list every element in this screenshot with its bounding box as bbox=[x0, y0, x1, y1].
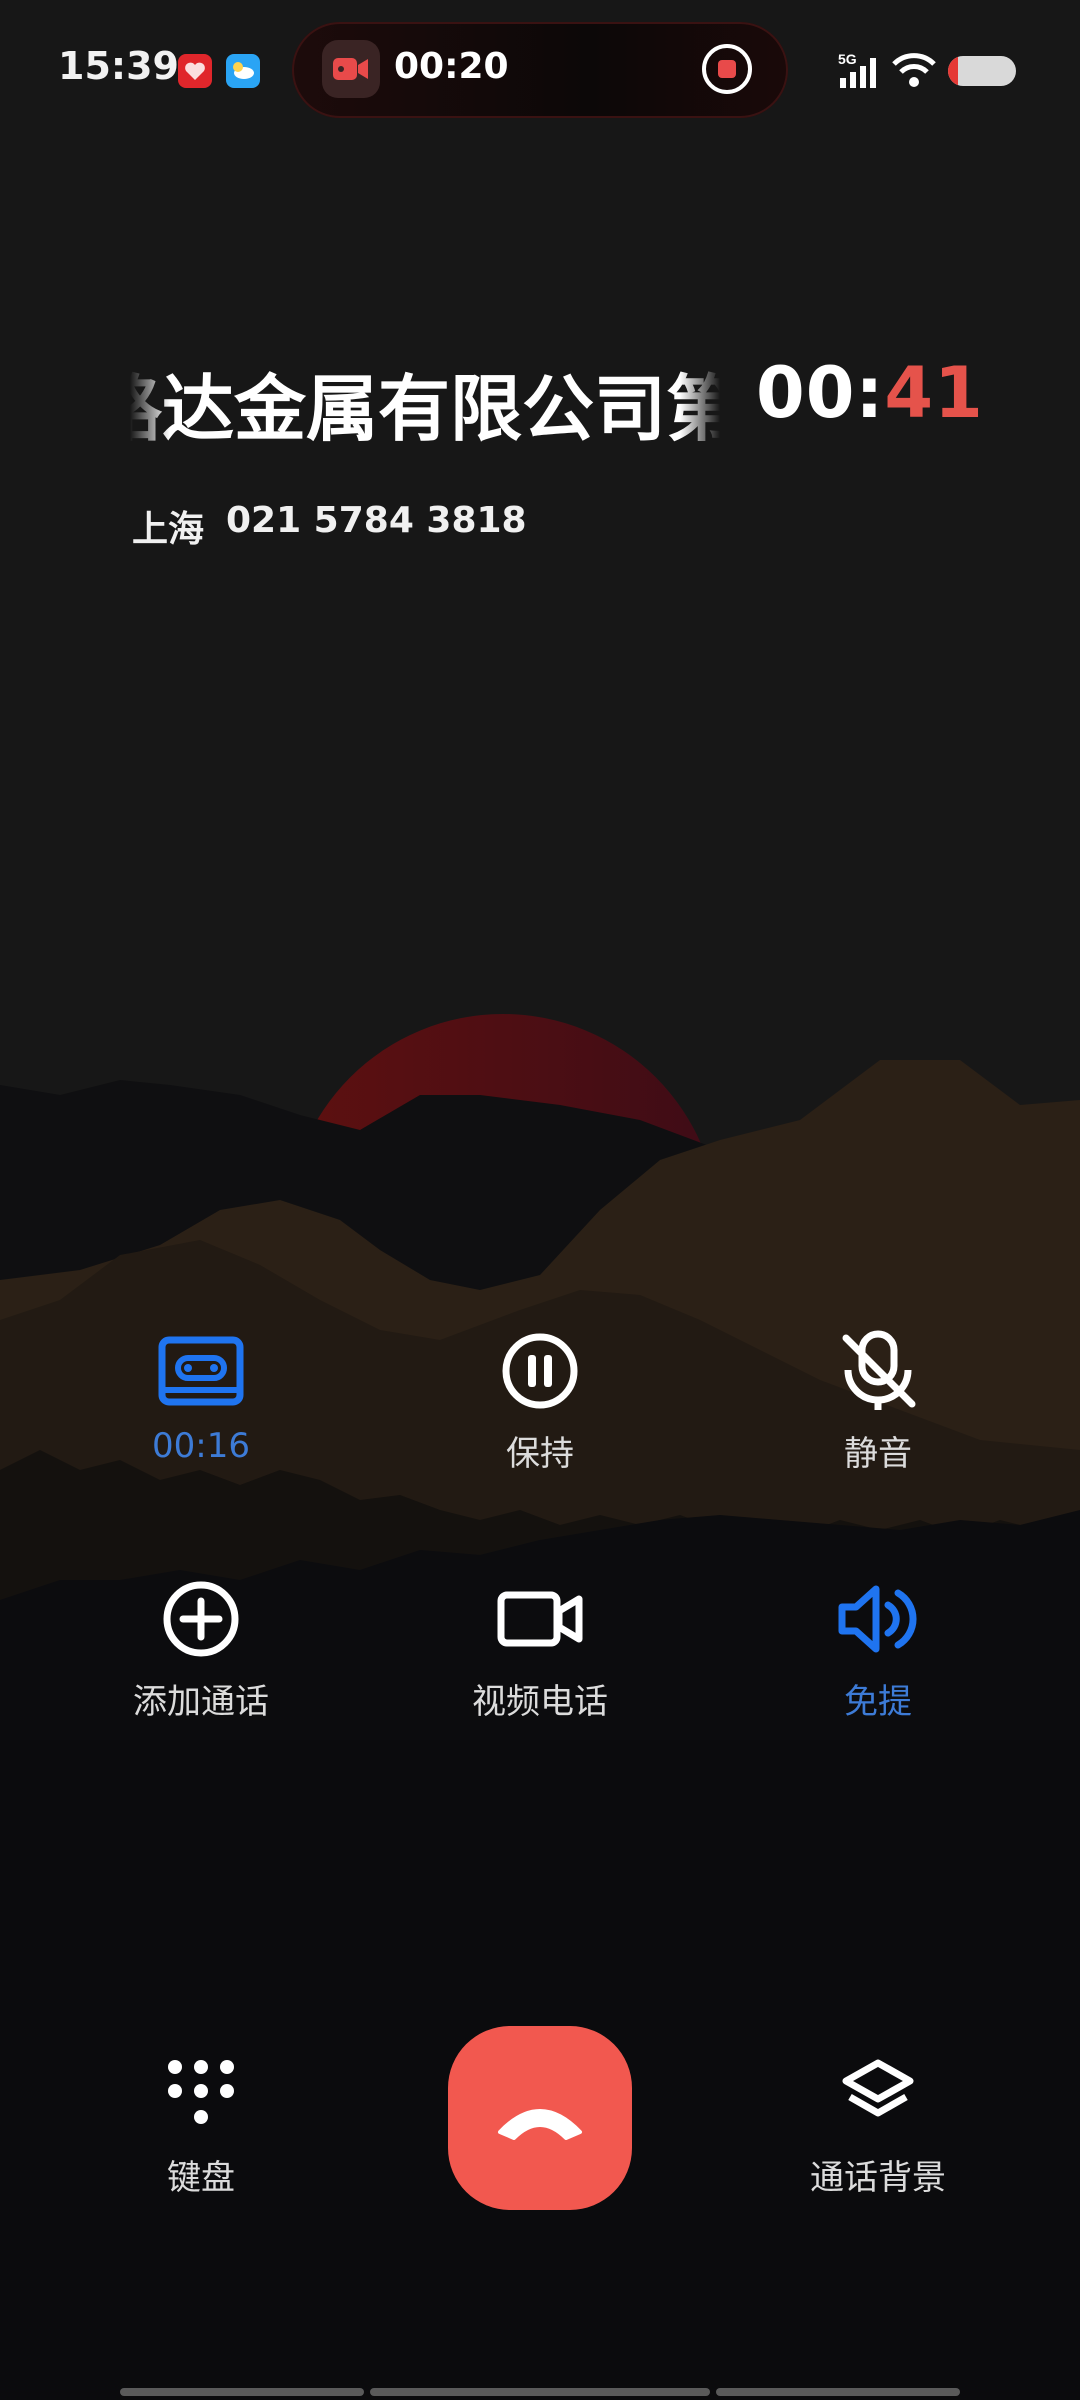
nav-bar-segment bbox=[716, 2388, 960, 2396]
app-heart-icon bbox=[178, 54, 212, 88]
video-call-label: 视频电话 bbox=[472, 1682, 608, 1722]
video-camera-icon bbox=[497, 1591, 583, 1647]
speaker-icon bbox=[838, 1585, 917, 1653]
cellular-signal-icon: 5G bbox=[836, 50, 882, 94]
record-call-button[interactable]: 00:16 bbox=[51, 1326, 351, 1466]
end-call-button[interactable] bbox=[448, 2026, 632, 2210]
caller-name: 路达金属有限公司第 bbox=[130, 367, 720, 450]
caller-number: 021 5784 3818 bbox=[226, 500, 527, 541]
caller-name-marquee: 路达金属有限公司第 bbox=[130, 350, 720, 450]
network-type: 5G bbox=[838, 51, 857, 67]
call-duration: 00:41 bbox=[756, 352, 984, 434]
keypad-label: 键盘 bbox=[167, 2158, 235, 2198]
record-duration-label: 00:16 bbox=[152, 1426, 250, 1466]
pause-icon bbox=[502, 1333, 578, 1409]
battery-icon bbox=[948, 56, 1016, 86]
layers-icon bbox=[842, 2059, 914, 2117]
mute-button[interactable]: 静音 bbox=[728, 1326, 1028, 1475]
stop-recording-button[interactable] bbox=[702, 44, 752, 94]
dialpad-icon bbox=[168, 2060, 234, 2124]
add-circle-icon bbox=[163, 1581, 239, 1657]
nav-bar-segment[interactable] bbox=[370, 2388, 710, 2396]
weather-app-icon bbox=[226, 54, 260, 88]
screen-record-icon bbox=[322, 40, 380, 98]
cassette-icon bbox=[158, 1336, 244, 1406]
video-call-button[interactable]: 视频电话 bbox=[390, 1574, 690, 1723]
speaker-button[interactable]: 免提 bbox=[728, 1574, 1028, 1723]
add-call-label: 添加通话 bbox=[133, 1682, 269, 1722]
recording-timer: 00:20 bbox=[394, 46, 509, 87]
speaker-label: 免提 bbox=[844, 1682, 912, 1722]
mic-off-icon bbox=[842, 1330, 916, 1410]
hold-button[interactable]: 保持 bbox=[390, 1326, 690, 1475]
caller-location: 上海 bbox=[132, 509, 205, 550]
keypad-button[interactable]: 键盘 bbox=[51, 2050, 351, 2199]
call-background-label: 通话背景 bbox=[810, 2158, 946, 2198]
wifi-icon bbox=[890, 50, 938, 94]
hold-label: 保持 bbox=[506, 1434, 574, 1474]
status-time: 15:39 bbox=[58, 44, 179, 88]
add-call-button[interactable]: 添加通话 bbox=[51, 1574, 351, 1723]
hang-up-icon bbox=[498, 2109, 582, 2140]
nav-bar-segment bbox=[120, 2388, 364, 2396]
mute-label: 静音 bbox=[844, 1434, 912, 1474]
call-background-button[interactable]: 通话背景 bbox=[728, 2050, 1028, 2199]
